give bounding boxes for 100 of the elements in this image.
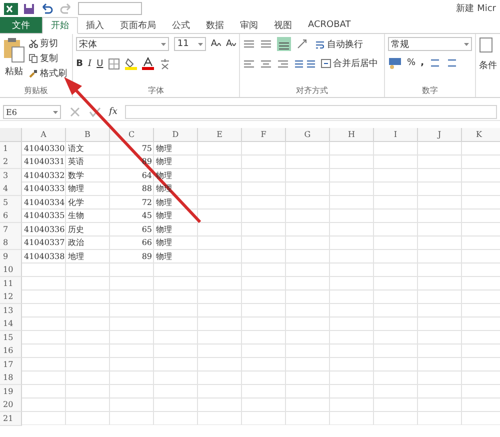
align-middle-icon[interactable] xyxy=(260,39,272,49)
caret-icon xyxy=(161,42,166,46)
row-header[interactable]: 19 xyxy=(0,384,22,398)
column-header[interactable]: I xyxy=(374,128,418,142)
row-header[interactable]: 20 xyxy=(0,398,22,412)
row-header[interactable]: 16 xyxy=(0,344,22,358)
row-header[interactable]: 3 xyxy=(0,168,22,182)
row-header[interactable]: 7 xyxy=(0,222,22,236)
font-name-dropdown[interactable]: 宋体 xyxy=(76,37,170,51)
ribbon-tab[interactable]: 数据 xyxy=(198,17,232,33)
column-header[interactable]: J xyxy=(418,128,462,142)
table-cell-text: 物理 xyxy=(155,196,173,208)
conditional-format-icon[interactable] xyxy=(479,37,493,53)
undo-icon[interactable] xyxy=(40,2,54,14)
table-cell-text: 41040330 xyxy=(23,142,66,154)
fill-color-icon[interactable] xyxy=(125,57,138,70)
font-color-icon[interactable] xyxy=(142,57,154,70)
table-cell-text: 75 xyxy=(140,142,153,154)
phonetic-icon[interactable] xyxy=(159,58,172,70)
conditional-format-button[interactable]: 条件 xyxy=(479,59,497,72)
cut-button[interactable]: 剪切 xyxy=(29,37,67,50)
font-size-dropdown[interactable]: 11 xyxy=(174,37,206,51)
wrap-text-button[interactable]: 自动换行 xyxy=(315,38,364,50)
row-header[interactable]: 15 xyxy=(0,330,22,344)
align-top-icon[interactable] xyxy=(243,39,256,49)
caret-icon xyxy=(464,42,469,46)
column-header[interactable]: C xyxy=(110,128,154,142)
currency-icon[interactable] xyxy=(388,57,402,69)
ribbon-tab[interactable]: 审阅 xyxy=(232,17,266,33)
row-header[interactable]: 10 xyxy=(0,263,22,277)
column-header[interactable]: G xyxy=(286,128,330,142)
bold-button[interactable]: B xyxy=(76,58,84,68)
table-cell-text: 41040338 xyxy=(23,250,66,262)
table-cell-text: 化学 xyxy=(67,196,85,208)
percent-button[interactable]: % xyxy=(407,58,416,68)
row-header[interactable]: 9 xyxy=(0,250,22,264)
ribbon-tab[interactable]: 开始 xyxy=(42,17,78,34)
ribbon-tab[interactable]: 公式 xyxy=(164,17,198,33)
underline-button[interactable]: U xyxy=(96,58,104,68)
table-cell-text: 41040334 xyxy=(23,196,66,208)
table-cell-text: 41040337 xyxy=(23,237,66,249)
table-cell-text: 89 xyxy=(140,250,153,262)
row-header[interactable]: 13 xyxy=(0,304,22,318)
row-header[interactable]: 11 xyxy=(0,276,22,290)
check-icon[interactable] xyxy=(89,106,101,118)
row-header[interactable]: 2 xyxy=(0,155,22,169)
column-header[interactable]: K xyxy=(462,128,500,142)
ribbon-tab[interactable]: 插入 xyxy=(78,17,112,33)
table-cell-text: 66 xyxy=(140,237,153,249)
ribbon-tab[interactable]: ACROBAT xyxy=(300,17,359,33)
insert-function-button[interactable]: fx xyxy=(109,107,118,117)
align-bottom-icon[interactable] xyxy=(277,37,292,51)
merge-center-button[interactable]: 合并后居中 xyxy=(321,57,378,70)
ribbon-tab[interactable]: 文件 xyxy=(0,17,42,33)
column-header[interactable]: A xyxy=(22,128,66,142)
save-icon[interactable] xyxy=(23,2,35,14)
column-header[interactable]: E xyxy=(198,128,242,142)
column-header[interactable]: F xyxy=(242,128,286,142)
quick-access-field[interactable] xyxy=(78,2,142,15)
table-cell-text: 88 xyxy=(140,183,153,195)
table-cell-text: 物理 xyxy=(155,237,173,249)
row-header[interactable]: 8 xyxy=(0,236,22,250)
number-format-dropdown[interactable]: 常规 xyxy=(388,37,472,51)
row-header[interactable]: 1 xyxy=(0,142,22,156)
merge-cells-icon xyxy=(321,59,332,68)
italic-button[interactable]: I xyxy=(88,58,92,68)
table-cell-text: 物理 xyxy=(155,250,173,262)
align-center-icon[interactable] xyxy=(260,58,272,68)
table-cell-text: 语文 xyxy=(67,142,85,154)
row-header[interactable]: 14 xyxy=(0,317,22,331)
comma-button[interactable]: , xyxy=(420,58,424,68)
row-header[interactable]: 6 xyxy=(0,209,22,223)
copy-button[interactable]: 复制 xyxy=(29,52,67,65)
shrink-font-button[interactable]: A xyxy=(226,39,236,49)
table-cell-text: 41040331 xyxy=(23,156,66,168)
format-painter-button[interactable]: 格式刷 xyxy=(29,67,67,80)
row-header[interactable]: 4 xyxy=(0,182,22,196)
paste-button[interactable]: 粘贴 xyxy=(3,37,25,85)
ribbon-tab[interactable]: 视图 xyxy=(266,17,300,33)
table-cell-text: 41040333 xyxy=(23,183,66,195)
indent-icon[interactable] xyxy=(294,58,316,68)
ribbon-tab[interactable]: 页面布局 xyxy=(112,17,164,33)
column-header[interactable]: D xyxy=(154,128,198,142)
name-box[interactable]: E6 xyxy=(3,105,61,119)
row-header[interactable]: 18 xyxy=(0,371,22,385)
row-header[interactable]: 21 xyxy=(0,412,22,426)
border-icon[interactable] xyxy=(108,58,120,70)
grow-font-button[interactable]: A xyxy=(210,39,221,49)
formula-input[interactable] xyxy=(125,105,497,119)
column-header[interactable]: B xyxy=(66,128,110,142)
brush-icon xyxy=(29,69,38,78)
group-label: 对齐方式 xyxy=(295,85,330,97)
row-header[interactable]: 5 xyxy=(0,196,22,210)
align-right-icon[interactable] xyxy=(277,58,290,68)
column-header[interactable]: H xyxy=(330,128,374,142)
row-header[interactable]: 12 xyxy=(0,290,22,304)
align-left-icon[interactable] xyxy=(243,58,256,68)
group-label: 数字 xyxy=(421,85,439,97)
table-cell-text: 物理 xyxy=(155,224,173,236)
row-header[interactable]: 17 xyxy=(0,358,22,372)
